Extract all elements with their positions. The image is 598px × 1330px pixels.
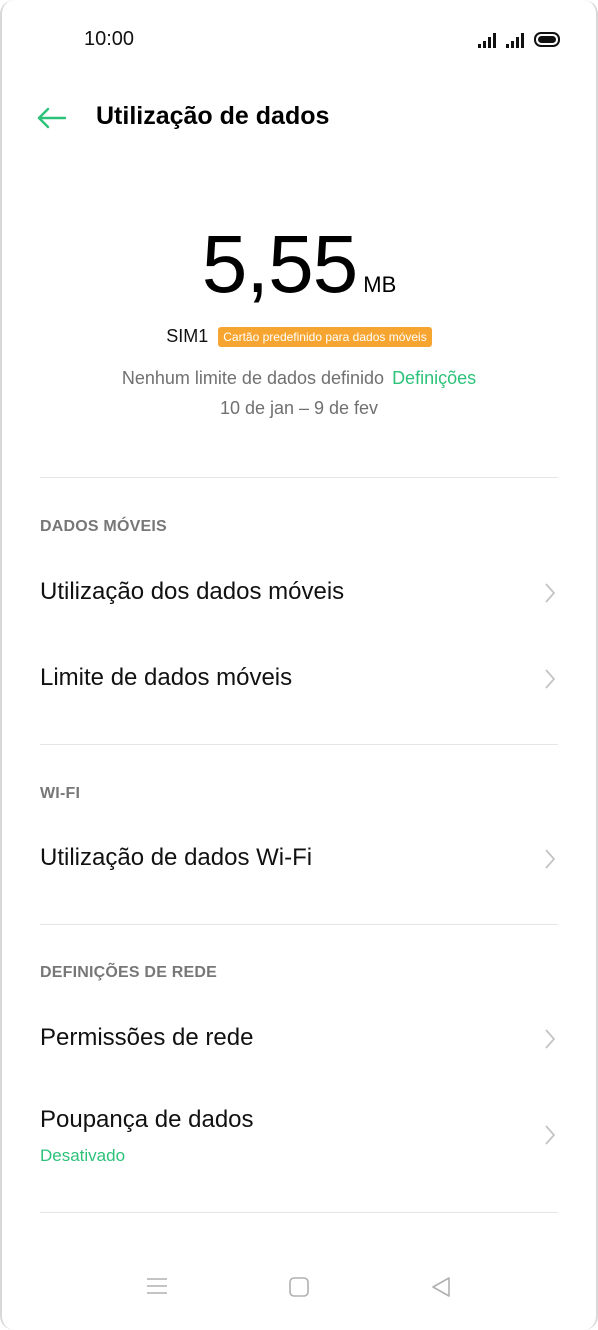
billing-period: 10 de jan – 9 de fev bbox=[219, 398, 379, 418]
back-triangle-icon[interactable] bbox=[430, 1276, 452, 1298]
section-title-wifi: WI-FI bbox=[40, 785, 81, 802]
status-time: 10:00 bbox=[84, 28, 135, 50]
navigation-bar bbox=[0, 1266, 598, 1316]
limit-settings-link[interactable]: Definições bbox=[392, 368, 476, 388]
limit-row: Nenhum limite de dados definido Definiçõe… bbox=[0, 368, 598, 389]
list-item-wifi-data-usage[interactable]: Utilização de dados Wi-Fi bbox=[0, 822, 598, 898]
section-title-mobile-data: DADOS MÓVEIS bbox=[40, 518, 167, 535]
status-icons bbox=[478, 28, 560, 48]
limit-text: Nenhum limite de dados definido bbox=[121, 368, 385, 388]
chevron-right-icon bbox=[545, 1029, 556, 1049]
divider bbox=[40, 477, 558, 478]
page-title: Utilização de dados bbox=[96, 102, 330, 130]
item-label: Utilização dos dados móveis bbox=[40, 578, 345, 605]
menu-icon[interactable] bbox=[146, 1276, 168, 1296]
list-item-network-permissions[interactable]: Permissões de rede bbox=[0, 1002, 598, 1078]
data-saver-status: Desativado bbox=[40, 1146, 126, 1165]
sim-row: SIM1 Cartão predefinido para dados móvei… bbox=[0, 326, 598, 347]
arrow-left-icon[interactable] bbox=[36, 104, 68, 132]
signal-sim2-icon bbox=[506, 32, 524, 48]
usage-summary: 5,55 MB bbox=[0, 220, 598, 310]
divider bbox=[40, 744, 558, 745]
status-bar: 10:00 bbox=[0, 0, 598, 76]
chevron-right-icon bbox=[545, 1125, 556, 1145]
divider bbox=[40, 924, 558, 925]
item-label: Limite de dados móveis bbox=[40, 664, 293, 691]
item-label: Poupança de dados bbox=[40, 1106, 254, 1133]
usage-amount: 5,55 bbox=[201, 219, 359, 310]
header: Utilização de dados bbox=[0, 88, 598, 148]
sim-label: SIM1 bbox=[166, 326, 209, 346]
divider bbox=[40, 1212, 558, 1213]
chevron-right-icon bbox=[545, 583, 556, 603]
chevron-right-icon bbox=[545, 849, 556, 869]
list-item-mobile-data-usage[interactable]: Utilização dos dados móveis bbox=[0, 556, 598, 632]
signal-sim1-icon bbox=[478, 32, 496, 48]
section-title-network-settings: DEFINIÇÕES DE REDE bbox=[40, 964, 217, 981]
battery-icon bbox=[534, 32, 560, 47]
list-item-mobile-data-limit[interactable]: Limite de dados móveis bbox=[0, 642, 598, 718]
phone-screen: 10:00 Utilização de dados 5,55 MB SIM1 Ca… bbox=[0, 0, 598, 1330]
usage-unit: MB bbox=[363, 272, 397, 297]
item-label: Permissões de rede bbox=[40, 1024, 254, 1051]
sim-default-badge: Cartão predefinido para dados móveis bbox=[218, 326, 432, 347]
home-icon[interactable] bbox=[288, 1276, 310, 1298]
list-item-data-saver[interactable]: Poupança de dados Desativado bbox=[0, 1088, 598, 1184]
item-label: Utilização de dados Wi-Fi bbox=[40, 844, 313, 871]
chevron-right-icon bbox=[545, 669, 556, 689]
